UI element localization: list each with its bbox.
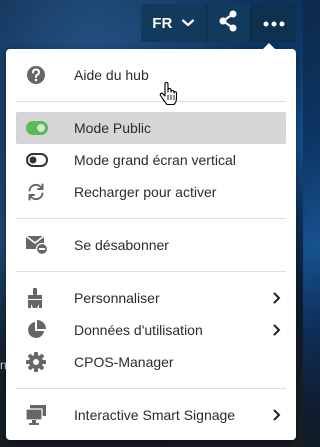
chevron-down-icon <box>182 19 195 27</box>
gear-icon <box>16 352 58 372</box>
menu-item-cpos-manager[interactable]: CPOS-Manager <box>16 346 286 378</box>
chevron-right-icon <box>268 292 286 304</box>
menu-item-donnees-d-utilisation[interactable]: Données d'utilisation <box>16 314 286 346</box>
chevron-right-icon <box>268 409 286 421</box>
menu-item-label: Données d'utilisation <box>74 322 203 338</box>
language-label: FR <box>152 14 173 32</box>
menu-divider <box>16 388 286 389</box>
top-toolbar: FR <box>141 4 297 42</box>
toggle-on-icon <box>16 121 58 135</box>
more-horizontal-icon <box>263 14 285 32</box>
menu-item-label: CPOS-Manager <box>74 354 174 370</box>
pie-chart-icon <box>16 320 58 340</box>
menu-item-label: Aide du hub <box>74 67 149 83</box>
menu-item-label: Mode grand écran vertical <box>74 152 236 168</box>
menu-item-mode-grand-ecran-vertical[interactable]: Mode grand écran vertical <box>16 144 286 176</box>
menu-divider <box>16 218 286 219</box>
menu-item-personnaliser[interactable]: Personnaliser <box>16 282 286 314</box>
language-selector[interactable]: FR <box>141 4 206 42</box>
refresh-icon <box>16 182 58 202</box>
menu-item-se-desabonner[interactable]: Se désabonner <box>16 229 286 261</box>
menu-item-mode-public[interactable]: Mode Public <box>16 112 286 144</box>
menu-item-interactive-smart-signage[interactable]: Interactive Smart Signage <box>16 399 286 431</box>
menu-item-recharger-pour-activer[interactable]: Recharger pour activer <box>16 176 286 208</box>
chevron-right-icon <box>268 324 286 336</box>
more-button[interactable] <box>251 4 297 42</box>
help-circle-icon <box>16 65 58 85</box>
menu-item-aide-du-hub[interactable]: Aide du hub <box>16 59 286 91</box>
share-icon <box>218 10 238 37</box>
menu-item-label: Interactive Smart Signage <box>74 407 236 423</box>
menu-item-label: Se désabonner <box>74 237 169 253</box>
menu-item-label: Recharger pour activer <box>74 184 217 200</box>
menu-item-label: Personnaliser <box>74 290 160 306</box>
menu-item-label: Mode Public <box>74 120 152 136</box>
menu-divider <box>16 271 286 272</box>
hand-pointer-cursor-icon <box>159 81 179 111</box>
mail-unsubscribe-icon <box>16 235 58 255</box>
menu-divider <box>16 101 286 102</box>
paint-brush-icon <box>16 288 58 308</box>
signage-icon <box>16 405 58 425</box>
dropdown-menu: Aide du hub Mode Public Mode grand écran… <box>6 43 296 440</box>
share-button[interactable] <box>207 4 251 42</box>
toggle-off-icon <box>16 153 58 167</box>
